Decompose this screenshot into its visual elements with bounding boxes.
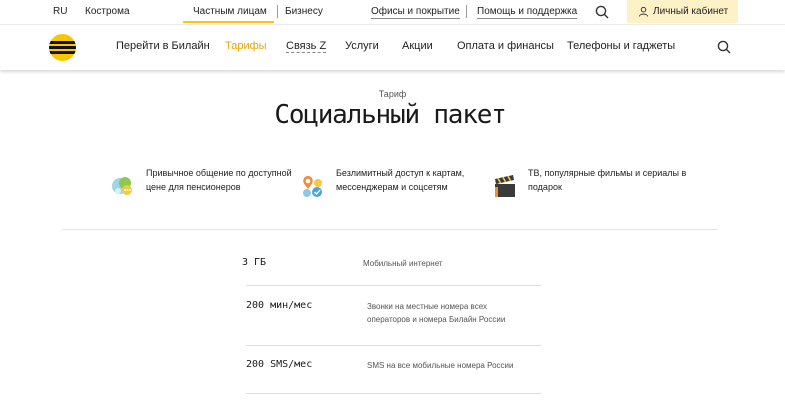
user-icon bbox=[638, 6, 649, 17]
param-description: Звонки на местные номера всех операторов… bbox=[367, 302, 506, 324]
top-utility-bar: RU Кострома Частным лицам Бизнесу Офисы … bbox=[0, 0, 785, 24]
feature-text: Безлимитный доступ к картам, мессенджера… bbox=[336, 168, 465, 192]
personal-cabinet-button[interactable]: Личный кабинет bbox=[627, 0, 738, 23]
page-title: Социальный пакет bbox=[274, 100, 506, 130]
param-description: Мобильный интернет bbox=[363, 259, 443, 268]
help-link[interactable]: Помощь и поддержка bbox=[477, 6, 578, 19]
chat-bubbles-icon bbox=[109, 172, 137, 200]
clapperboard-icon bbox=[491, 172, 519, 200]
segment-private-link[interactable]: Частным лицам bbox=[193, 6, 267, 17]
row-divider bbox=[246, 345, 541, 346]
personal-cabinet-label: Личный кабинет bbox=[653, 6, 729, 17]
row-divider bbox=[246, 393, 541, 394]
language-switch[interactable]: RU bbox=[53, 6, 67, 17]
map-pin-apps-icon bbox=[299, 172, 327, 200]
search-icon[interactable] bbox=[594, 4, 610, 20]
tariff-param-row: 3 ГБ Мобильный интернет bbox=[242, 257, 541, 287]
city-selector[interactable]: Кострома bbox=[85, 6, 130, 17]
param-description: SMS на все мобильные номера России bbox=[367, 361, 514, 370]
divider bbox=[466, 5, 467, 18]
nav-item-go-to-beeline[interactable]: Перейти в Билайн bbox=[116, 40, 210, 52]
segment-active-indicator bbox=[183, 21, 274, 23]
page-eyebrow: Тариф bbox=[378, 89, 407, 99]
feature-text: ТВ, популярные фильмы и сериалы в подаро… bbox=[528, 168, 687, 192]
divider bbox=[277, 5, 278, 18]
nav-item-tariffs[interactable]: Тарифы bbox=[225, 40, 267, 52]
nav-item-phones[interactable]: Телефоны и гаджеты bbox=[567, 40, 675, 52]
nav-item-payment[interactable]: Оплата и финансы bbox=[457, 40, 554, 52]
nav-item-promotions[interactable]: Акции bbox=[402, 40, 433, 52]
segment-business-link[interactable]: Бизнесу bbox=[285, 6, 323, 17]
row-divider bbox=[246, 285, 541, 286]
beeline-logo[interactable] bbox=[49, 34, 76, 61]
search-icon[interactable] bbox=[716, 39, 732, 55]
feature-text: Привычное общение по доступной цене для … bbox=[146, 168, 292, 192]
offices-link[interactable]: Офисы и покрытие bbox=[371, 6, 460, 19]
nav-item-svyaz-z[interactable]: Связь Z bbox=[286, 40, 327, 53]
param-value: 200 мин/мес bbox=[246, 300, 313, 311]
section-divider bbox=[62, 229, 718, 230]
tariff-param-row: 200 SMS/мес SMS на все мобильные номера … bbox=[246, 359, 541, 399]
param-value: 200 SMS/мес bbox=[246, 359, 313, 370]
param-value: 3 ГБ bbox=[242, 257, 267, 268]
tariff-param-row: 200 мин/мес Звонки на местные номера все… bbox=[246, 300, 541, 346]
main-navigation: Перейти в Билайн Тарифы Связь Z Услуги А… bbox=[0, 24, 785, 70]
nav-item-services[interactable]: Услуги bbox=[345, 40, 379, 52]
